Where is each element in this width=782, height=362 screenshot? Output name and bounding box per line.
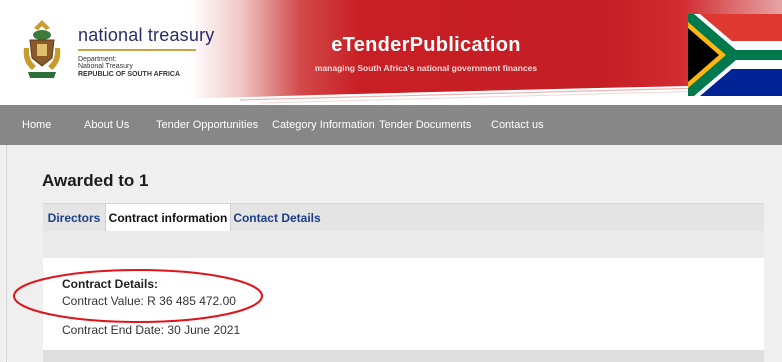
site-title: eTenderPublication (331, 34, 521, 56)
contract-end-date-row: Contract End Date: 30 June 2021 (62, 323, 240, 337)
tab-directors[interactable]: Directors (43, 204, 105, 232)
nav-contact-us[interactable]: Contact us (491, 105, 544, 145)
tab-contract-information[interactable]: Contract information (105, 204, 231, 232)
nav-about-us[interactable]: About Us (84, 105, 129, 145)
tab-contact-details[interactable]: Contact Details (231, 204, 323, 232)
south-africa-flag-icon (688, 14, 782, 96)
site-subtitle: managing South Africa's national governm… (314, 63, 538, 73)
nav-tender-opportunities[interactable]: Tender Opportunities (156, 105, 258, 145)
contract-value: R 36 485 472.00 (147, 294, 236, 308)
contract-details-label: Contract Details: (62, 277, 159, 291)
header-wave (0, 84, 782, 105)
tab-bar: Directors Contract information Contact D… (43, 203, 764, 232)
nav-home[interactable]: Home (22, 105, 51, 145)
nav-tender-documents[interactable]: Tender Documents (379, 105, 471, 145)
page-title: Awarded to 1 (42, 171, 149, 190)
tab-content-header (43, 231, 764, 258)
main-nav: Home About Us Tender Opportunities Categ… (0, 105, 782, 145)
panel-footer (43, 350, 764, 362)
nav-category-information[interactable]: Category Information (272, 105, 375, 145)
contract-end-date: 30 June 2021 (167, 323, 241, 337)
contract-value-label: Contract Value: (62, 294, 144, 308)
contract-end-date-label: Contract End Date: (62, 323, 165, 337)
site-header: national treasury Department: National T… (0, 0, 782, 105)
contract-value-row: Contract Value: R 36 485 472.00 (62, 294, 236, 308)
logo-department: Department: (78, 56, 117, 63)
